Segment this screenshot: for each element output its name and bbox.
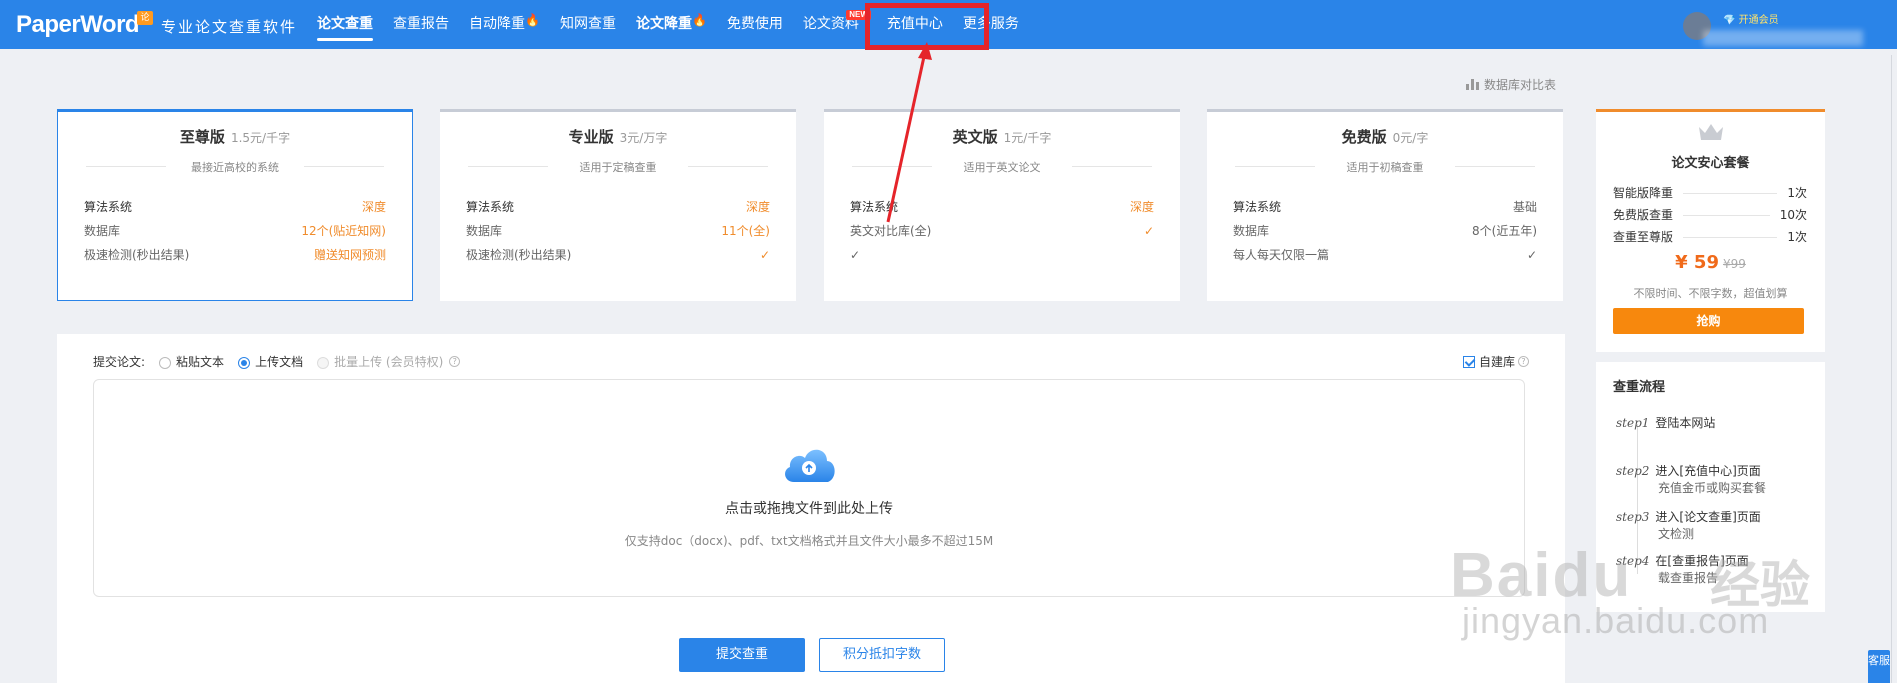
annotation-highlight-box [865,3,989,50]
submit-label: 提交论文: [93,355,146,369]
plan-price: 0元/字 [1392,131,1429,145]
radio-batch-upload[interactable] [317,356,330,369]
plan-subtitle: 最接近高校的系统 [58,159,412,175]
plan-price: 1.5元/千字 [230,131,291,145]
plan-card-pro[interactable]: 专业版 3元/万字 适用于定稿查重 算法系统 深度 数据库 11个(全) 极速检测(秒… [440,109,796,301]
nav-item-cnki-check[interactable]: 知网查重 [550,0,626,49]
plan-row: 极速检测(秒出结果) 赠送知网预测 [84,248,386,262]
process-step-3: step3 进入[论文查重]页面 文检测 [1616,510,1761,541]
scrollbar-track[interactable] [1891,55,1892,683]
help-icon[interactable]: ? [449,356,461,367]
username-blurred [1703,30,1863,46]
process-step-2: step2 进入[充值中心]页面 充值金币或购买套餐 [1616,464,1767,495]
plan-name: 专业版 [568,128,614,146]
plan-row: 算法系统 深度 [84,200,386,214]
points-deduct-button[interactable]: 积分抵扣字数 [819,638,945,672]
plan-card-english[interactable]: 英文版 1元/千字 适用于英文论文 算法系统 深度 英文对比库(全) ✓ ✓ [824,109,1180,301]
plan-row: 算法系统 深度 [466,200,770,214]
bar-chart-icon [1466,79,1479,90]
fire-icon: 🔥 [525,13,540,27]
nav-item-paper-check[interactable]: 论文查重 [307,0,383,49]
plan-subtitle: 适用于英文论文 [824,159,1180,175]
help-icon[interactable]: ? [1518,356,1529,367]
nav-item-auto-reduce[interactable]: 自动降重🔥 [459,0,550,49]
plan-card-supreme[interactable]: 至尊版 1.5元/千字 最接近高校的系统 算法系统 深度 数据库 12个(贴近知网) … [57,109,413,301]
plan-row: 数据库 11个(全) [466,224,770,238]
submit-check-button[interactable]: 提交查重 [679,638,805,672]
upload-dropzone[interactable]: 点击或拖拽文件到此处上传 仅支持doc（docx)、pdf、txt文档格式并且文… [93,379,1525,597]
plan-name: 免费版 [1341,128,1387,146]
radio-upload-doc[interactable] [238,356,251,369]
promo-title: 论文安心套餐 [1671,156,1750,171]
plan-row: 极速检测(秒出结果) ✓ [466,248,770,262]
logo-badge-icon: 论 [137,11,153,25]
logo[interactable]: PaperWord [16,11,140,39]
process-step-1: step1 登陆本网站 [1616,416,1716,430]
plan-row: 数据库 12个(贴近知网) [84,224,386,238]
db-compare-link[interactable]: 数据库对比表 [1466,76,1556,93]
nav-item-free[interactable]: 免费使用 [717,0,793,49]
plan-subtitle: 适用于初稿查重 [1207,159,1563,175]
nav-item-report[interactable]: 查重报告 [383,0,459,49]
upload-hint: 仅支持doc（docx)、pdf、txt文档格式并且文件大小最多不超过15M [624,534,994,548]
slogan: 专业论文查重软件 [161,18,298,36]
nav-item-materials[interactable]: 论文资料 NEW [793,0,871,49]
vip-link[interactable]: 💎 开通会员 [1723,11,1779,26]
promo-row: 智能版降重 1次 [1613,186,1807,200]
plan-name: 英文版 [952,128,998,146]
db-compare-label: 数据库对比表 [1484,78,1557,92]
plan-row: 算法系统 深度 [850,200,1154,214]
plan-card-free[interactable]: 免费版 0元/字 适用于初稿查重 算法系统 基础 数据库 8个(近五年) 每人每天仅限… [1207,109,1563,301]
radio-paste-text[interactable] [159,356,172,369]
promo-card: 论文安心套餐 智能版降重 1次 免费版查重 10次 查重至尊版 1次 ¥ 59 ¥99 … [1596,109,1825,352]
promo-note: 不限时间、不限字数，超值划算 [1633,287,1788,300]
customer-service-tab[interactable]: 客服 [1868,650,1890,683]
nav-item-paper-reduce[interactable]: 论文降重🔥 [626,0,717,49]
plan-price: 1元/千字 [1003,131,1052,145]
plan-row: ✓ [850,248,861,262]
plan-row: 数据库 8个(近五年) [1233,224,1537,238]
plan-row: 英文对比库(全) ✓ [850,224,1154,238]
promo-row: 查重至尊版 1次 [1613,230,1807,244]
self-db-checkbox[interactable]: 自建库 ? [1462,353,1529,370]
watermark-url: jingyan.baidu.com [1462,600,1770,641]
buy-now-button[interactable]: 抢购 [1613,308,1804,334]
plan-name: 至尊版 [179,128,225,146]
submit-type-row: 提交论文: 粘贴文本 上传文档 批量上传 (会员特权) ? [93,353,461,370]
plan-price: 3元/万字 [619,131,668,145]
promo-row: 免费版查重 10次 [1613,208,1807,222]
submit-panel: 提交论文: 粘贴文本 上传文档 批量上传 (会员特权) ? 自建库 ? 点击或拖… [57,334,1565,683]
checkbox-checked-icon[interactable] [1462,355,1475,368]
plan-subtitle: 适用于定稿查重 [440,159,796,175]
plan-row: 算法系统 基础 [1233,200,1537,214]
promo-price: ¥ 59 ¥99 [1675,252,1746,273]
fire-icon: 🔥 [691,13,707,27]
upload-instruction: 点击或拖拽文件到此处上传 [725,501,893,517]
crown-icon [1699,124,1723,140]
plan-row: 每人每天仅限一篇 ✓ [1233,248,1537,262]
upload-cloud-icon [785,449,835,482]
process-title: 查重流程 [1613,380,1666,395]
